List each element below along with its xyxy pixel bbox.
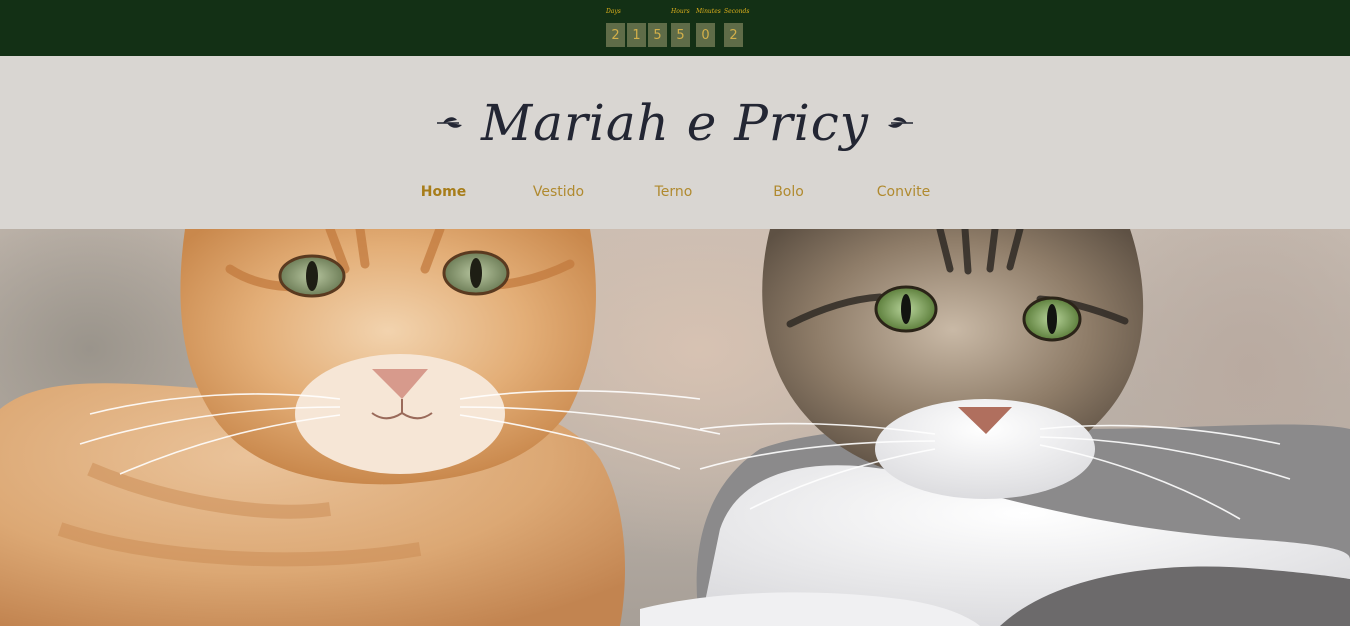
main-nav: Home Vestido Terno Bolo Convite (0, 184, 1350, 204)
site-title: Mariah e Pricy (480, 94, 870, 152)
nav-item-convite[interactable]: Convite (846, 184, 961, 200)
brand[interactable]: Mariah e Pricy (0, 88, 1350, 158)
nav-item-vestido[interactable]: Vestido (501, 184, 616, 200)
countdown-seconds-label: Seconds (724, 8, 750, 15)
countdown-digit: 5 (671, 23, 690, 47)
countdown-days-label: Days (606, 8, 621, 15)
nav-item-bolo[interactable]: Bolo (731, 184, 846, 200)
nav-item-terno[interactable]: Terno (616, 184, 731, 200)
nav-item-home[interactable]: Home (386, 184, 501, 200)
countdown-digit: 5 (648, 23, 667, 47)
countdown-digit: 2 (724, 23, 743, 47)
countdown-minutes-label: Minutes (696, 8, 721, 15)
hero-image (0, 229, 1350, 626)
leaf-ornament-right-icon (888, 117, 914, 128)
site-header: Mariah e Pricy Home Vestido Terno Bolo C… (0, 56, 1350, 229)
countdown-hours-label: Hours (671, 8, 690, 15)
leaf-ornament-left-icon (436, 117, 462, 128)
countdown-digit: 0 (696, 23, 715, 47)
two-cats-illustration (0, 229, 1350, 626)
countdown-digit: 1 (627, 23, 646, 47)
countdown-bar: Days 2 1 5 Hours 5 Minutes 0 Seconds 2 (0, 0, 1350, 56)
countdown-digit: 2 (606, 23, 625, 47)
